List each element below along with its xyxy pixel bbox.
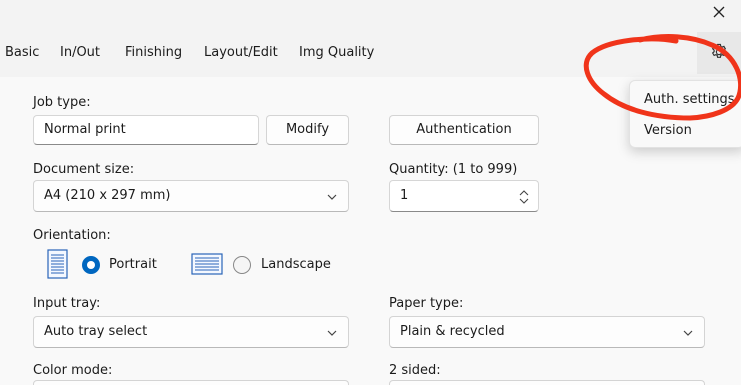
red-circle-annotation <box>583 34 741 121</box>
